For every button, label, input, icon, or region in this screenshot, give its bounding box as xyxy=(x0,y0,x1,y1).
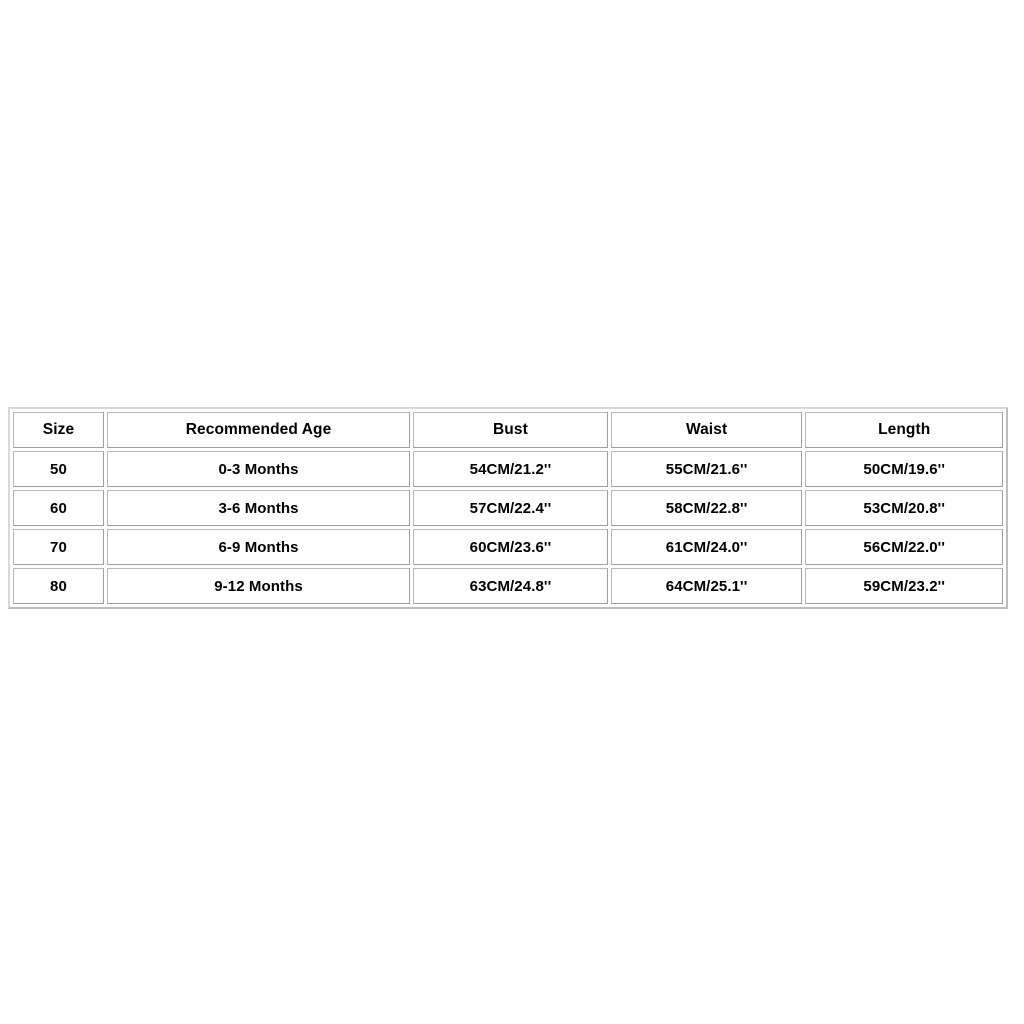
cell-length: 53CM/20.8'' xyxy=(805,490,1003,526)
table-row: 80 9-12 Months 63CM/24.8'' 64CM/25.1'' 5… xyxy=(13,568,1003,604)
table-header: Size Recommended Age Bust Waist Length xyxy=(13,412,1003,448)
column-header-bust: Bust xyxy=(413,412,608,448)
column-header-length: Length xyxy=(805,412,1003,448)
table-row: 70 6-9 Months 60CM/23.6'' 61CM/24.0'' 56… xyxy=(13,529,1003,565)
table-header-row: Size Recommended Age Bust Waist Length xyxy=(13,412,1003,448)
cell-waist: 58CM/22.8'' xyxy=(610,490,803,526)
cell-length: 59CM/23.2'' xyxy=(805,568,1003,604)
cell-size: 80 xyxy=(13,568,104,604)
table-row: 60 3-6 Months 57CM/22.4'' 58CM/22.8'' 53… xyxy=(13,490,1003,526)
cell-length: 50CM/19.6'' xyxy=(805,451,1003,487)
cell-length: 56CM/22.0'' xyxy=(805,529,1003,565)
table-row: 50 0-3 Months 54CM/21.2'' 55CM/21.6'' 50… xyxy=(13,451,1003,487)
size-chart-container: Size Recommended Age Bust Waist Length 5… xyxy=(8,407,1008,609)
cell-size: 60 xyxy=(13,490,104,526)
cell-size: 50 xyxy=(13,451,104,487)
column-header-size: Size xyxy=(13,412,104,448)
cell-size: 70 xyxy=(13,529,104,565)
column-header-age: Recommended Age xyxy=(106,412,411,448)
cell-bust: 63CM/24.8'' xyxy=(413,568,608,604)
cell-age: 3-6 Months xyxy=(106,490,411,526)
size-chart-page: Size Recommended Age Bust Waist Length 5… xyxy=(0,0,1024,1024)
size-chart-table: Size Recommended Age Bust Waist Length 5… xyxy=(8,407,1008,609)
column-header-waist: Waist xyxy=(610,412,803,448)
cell-age: 0-3 Months xyxy=(106,451,411,487)
cell-waist: 64CM/25.1'' xyxy=(610,568,803,604)
cell-age: 9-12 Months xyxy=(106,568,411,604)
cell-age: 6-9 Months xyxy=(106,529,411,565)
cell-waist: 55CM/21.6'' xyxy=(610,451,803,487)
cell-bust: 60CM/23.6'' xyxy=(413,529,608,565)
cell-bust: 57CM/22.4'' xyxy=(413,490,608,526)
table-body: 50 0-3 Months 54CM/21.2'' 55CM/21.6'' 50… xyxy=(13,451,1003,604)
cell-waist: 61CM/24.0'' xyxy=(610,529,803,565)
cell-bust: 54CM/21.2'' xyxy=(413,451,608,487)
